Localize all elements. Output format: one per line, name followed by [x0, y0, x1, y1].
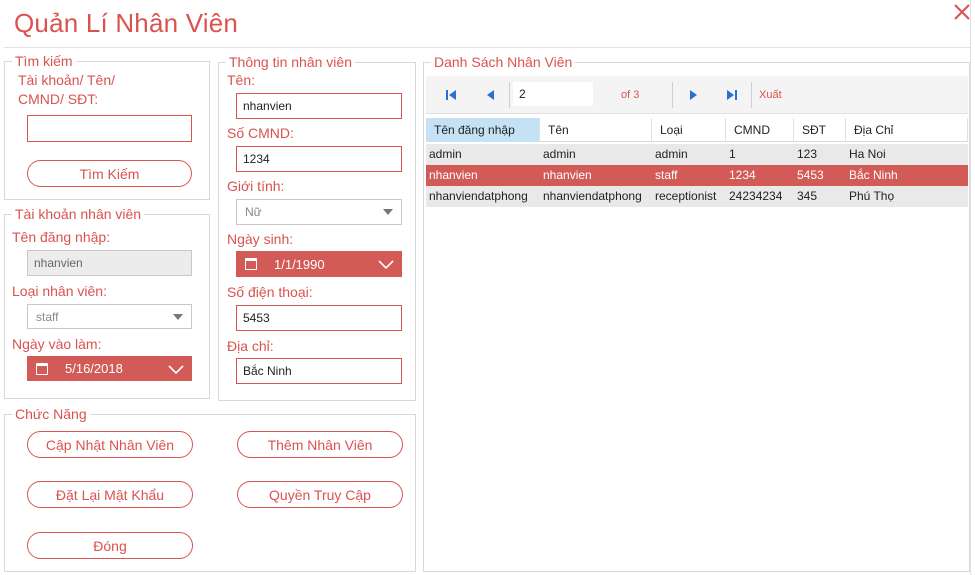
- chevron-down-icon: [168, 364, 184, 374]
- employee-type-label: Loại nhân viên:: [12, 283, 107, 299]
- table-cell: 123: [797, 147, 818, 161]
- address-field[interactable]: Bắc Ninh: [236, 358, 402, 384]
- table-cell: receptionist: [655, 189, 717, 203]
- table-cell: nhanvien: [429, 168, 478, 182]
- table-cell: 5453: [797, 168, 824, 182]
- toolbar-separator: [672, 82, 673, 108]
- page-number-input[interactable]: 2: [513, 82, 593, 106]
- column-header-id[interactable]: CMND: [726, 118, 794, 142]
- address-label: Địa chỉ:: [227, 338, 274, 354]
- search-input[interactable]: [27, 115, 192, 142]
- name-label: Tên:: [227, 72, 256, 88]
- list-legend: Danh Sách Nhân Viên: [431, 54, 576, 70]
- table-cell: nhanviendatphong: [429, 189, 528, 203]
- chevron-down-icon: [173, 313, 183, 320]
- close-icon[interactable]: [950, 0, 975, 25]
- info-legend: Thông tin nhân viên: [226, 54, 355, 70]
- table-header: Tên đăng nhập Tên Loại CMND SĐT Địa Chỉ: [426, 118, 968, 142]
- table-cell: nhanviendatphong: [543, 189, 642, 203]
- start-date-label: Ngày vào làm:: [12, 336, 102, 352]
- dob-picker[interactable]: 1/1/1990: [236, 251, 402, 277]
- chevron-down-icon: [383, 209, 393, 215]
- username-label: Tên đăng nhập:: [12, 229, 111, 245]
- employee-type-value: staff: [36, 309, 59, 324]
- dob-label: Ngày sinh:: [227, 231, 294, 247]
- table-cell: 1: [729, 147, 736, 161]
- search-button[interactable]: Tìm Kiếm: [27, 160, 192, 187]
- gender-value: Nữ: [245, 205, 262, 219]
- column-header-address[interactable]: Địa Chỉ: [846, 118, 968, 142]
- table-cell: Phú Thọ: [849, 189, 895, 203]
- title-divider: [4, 47, 970, 48]
- reset-password-button[interactable]: Đặt Lại Mật Khẩu: [27, 481, 193, 508]
- table-cell: 1234: [729, 168, 756, 182]
- account-legend: Tài khoản nhân viên: [12, 206, 145, 222]
- username-field[interactable]: nhanvien: [27, 250, 192, 276]
- calendar-icon: [245, 258, 257, 270]
- employee-type-select[interactable]: staff: [27, 304, 192, 329]
- table-cell: 24234234: [729, 189, 783, 203]
- gender-label: Giới tính:: [227, 178, 285, 194]
- start-date-value: 5/16/2018: [65, 361, 123, 376]
- export-button[interactable]: Xuất: [759, 89, 782, 101]
- table-row[interactable]: admin admin admin 1 123 Ha Noi: [426, 144, 968, 165]
- table-cell: admin: [655, 147, 688, 161]
- phone-label: Số điện thoại:: [227, 284, 313, 300]
- table-cell: Bắc Ninh: [849, 168, 898, 182]
- column-header-name[interactable]: Tên: [540, 118, 652, 142]
- phone-field[interactable]: 5453: [236, 305, 402, 331]
- column-header-username[interactable]: Tên đăng nhập: [426, 118, 540, 142]
- first-page-icon[interactable]: [443, 87, 459, 103]
- last-page-icon[interactable]: [724, 87, 740, 103]
- window-edge: [970, 0, 971, 575]
- start-date-picker[interactable]: 5/16/2018: [27, 356, 192, 381]
- toolbar-separator: [509, 82, 510, 108]
- table-cell: Ha Noi: [849, 147, 886, 161]
- column-header-phone[interactable]: SĐT: [794, 118, 846, 142]
- close-button[interactable]: Đóng: [27, 532, 193, 559]
- search-label-line1: Tài khoản/ Tên/: [18, 72, 116, 88]
- table-cell: nhanvien: [543, 168, 592, 182]
- chevron-down-icon: [378, 260, 394, 270]
- search-label-line2: CMND/ SĐT:: [18, 91, 99, 107]
- prev-page-icon[interactable]: [483, 87, 499, 103]
- column-header-type[interactable]: Loại: [652, 118, 726, 142]
- functions-legend: Chức Năng: [12, 406, 90, 422]
- window-title: Quản Lí Nhân Viên: [14, 8, 239, 38]
- dob-value: 1/1/1990: [274, 256, 325, 272]
- table-row-selected[interactable]: nhanvien nhanvien staff 1234 5453 Bắc Ni…: [426, 165, 968, 186]
- table-cell: 345: [797, 189, 818, 203]
- gender-select[interactable]: Nữ: [236, 199, 402, 225]
- update-employee-button[interactable]: Cập Nhật Nhân Viên: [27, 431, 193, 458]
- access-rights-button[interactable]: Quyền Truy Cập: [237, 481, 403, 508]
- id-number-field[interactable]: 1234: [236, 146, 402, 172]
- toolbar-separator: [751, 82, 752, 108]
- table-cell: staff: [655, 168, 678, 182]
- table-cell: admin: [429, 147, 462, 161]
- add-employee-button[interactable]: Thêm Nhân Viên: [237, 431, 403, 458]
- page-count-label: of 3: [621, 89, 640, 101]
- id-number-label: Số CMND:: [227, 125, 294, 141]
- next-page-icon[interactable]: [685, 87, 701, 103]
- table-row[interactable]: nhanviendatphong nhanviendatphong recept…: [426, 186, 968, 207]
- name-field[interactable]: nhanvien: [236, 93, 402, 119]
- table-cell: admin: [543, 147, 576, 161]
- search-legend: Tìm kiếm: [12, 53, 76, 69]
- calendar-icon: [36, 362, 48, 375]
